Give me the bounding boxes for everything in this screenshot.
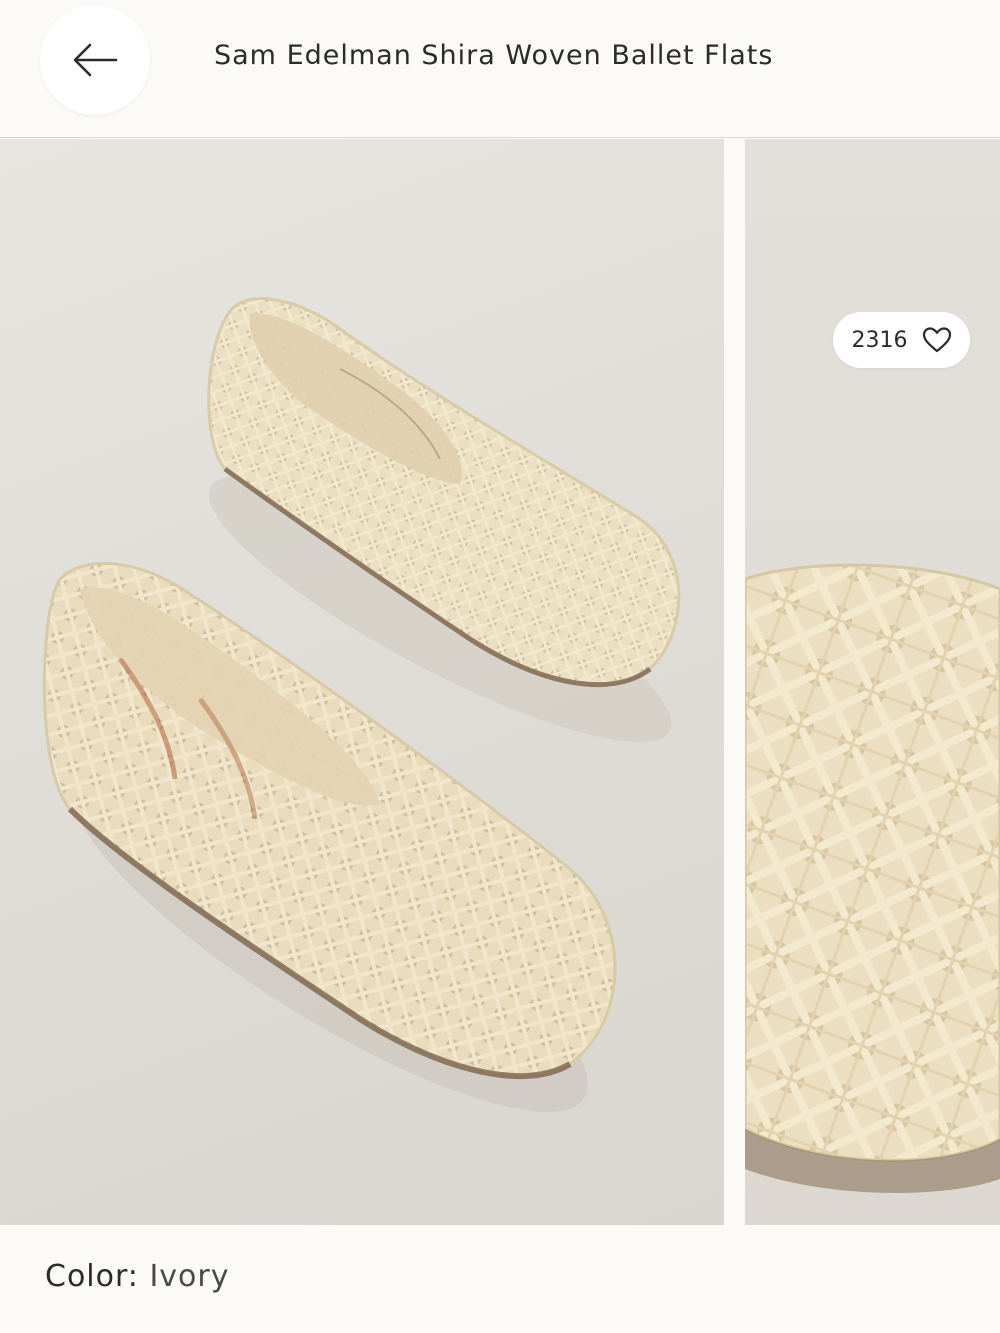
product-info: Color: Ivory — [0, 1225, 1000, 1333]
color-label: Color: — [45, 1259, 139, 1294]
heart-outline-icon — [922, 327, 951, 353]
color-value: Ivory — [149, 1259, 230, 1294]
back-button[interactable] — [40, 5, 150, 115]
like-button[interactable]: 2316 — [833, 312, 970, 368]
product-image-main[interactable] — [0, 139, 724, 1225]
product-image-gallery[interactable]: 2316 — [0, 139, 1000, 1225]
arrow-left-icon — [73, 43, 118, 77]
likes-count: 2316 — [851, 327, 908, 353]
top-bar: Sam Edelman Shira Woven Ballet Flats — [0, 0, 1000, 138]
color-selector: Color: Ivory — [45, 1259, 230, 1294]
product-image-detail[interactable] — [745, 139, 1000, 1225]
page-title: Sam Edelman Shira Woven Ballet Flats — [214, 40, 774, 71]
